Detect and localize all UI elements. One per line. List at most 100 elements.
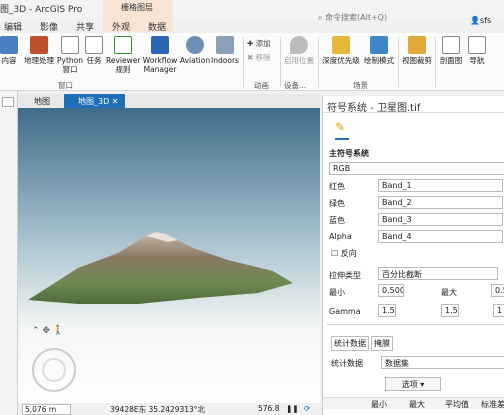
indoors-button[interactable]: Indoors <box>210 36 240 65</box>
primary-symbology-icon[interactable]: ✎ <box>335 120 345 134</box>
section-title: 主符号系统 <box>329 149 369 158</box>
context-group-label: 栅格图层 <box>121 3 153 12</box>
depth-icon <box>332 36 350 54</box>
group-label-animation: 动画 <box>254 81 269 90</box>
divider <box>323 112 504 113</box>
group-separator <box>398 37 399 87</box>
renderer-select[interactable]: RGB <box>329 162 504 175</box>
statistics-label: 统计数据 <box>331 359 363 368</box>
tab-edit[interactable]: 编辑 <box>4 20 22 33</box>
toolbox-icon <box>30 36 48 54</box>
contents-button[interactable]: 内容 <box>0 36 22 65</box>
left-dock-strip <box>0 91 18 415</box>
statistics-table-header: 最小 最大 平均值 标准差 <box>323 397 504 409</box>
tab-data[interactable]: 数据 <box>148 20 166 33</box>
group-separator <box>435 37 436 87</box>
profile-icon <box>442 36 460 54</box>
band-select-red[interactable]: Band_1 <box>378 179 503 192</box>
draw-mode-icon <box>370 36 388 54</box>
tab-map-3d[interactable]: 地图_3D ✕ <box>64 94 125 108</box>
col-max: 最大 <box>409 400 425 409</box>
tab-map[interactable]: 地图 <box>20 94 56 108</box>
min-input[interactable]: 0.500 <box>378 284 404 297</box>
view-tab-strip: 地图 地图_3D ✕ <box>18 94 320 108</box>
app-title: 图_3D - ArcGIS Pro <box>0 5 83 15</box>
min-label: 最小 <box>329 288 345 297</box>
remove-button[interactable]: ✖ 移除 <box>247 52 271 63</box>
group-separator <box>280 37 281 87</box>
statistics-select[interactable]: 数据集 <box>381 356 504 369</box>
reviewer-rules-button[interactable]: Reviewer 规则 <box>106 36 140 74</box>
group-label-window: 窗口 <box>58 81 73 90</box>
aviation-button[interactable]: Aviation <box>179 36 211 65</box>
band-select-alpha[interactable]: Band_4 <box>378 230 503 243</box>
status-bar: 5,076 m 39428E东 35.2429313°北 576.8 ❚❚ ⟳ <box>18 403 320 415</box>
workflow-icon <box>151 36 169 54</box>
nav-pan-icon[interactable]: ✥ <box>42 326 50 336</box>
draw-mode-button[interactable]: 绘制模式 <box>362 36 396 65</box>
band-label-green: 绿色 <box>329 199 345 208</box>
nav-mini-buttons[interactable]: ⌃ ✥ 🚶 <box>32 326 64 336</box>
col-min: 最小 <box>371 400 387 409</box>
nav-up-icon[interactable]: ⌃ <box>32 326 40 336</box>
close-icon[interactable]: ✕ <box>112 97 119 106</box>
elevation-readout: 576.8 <box>258 404 280 413</box>
navigator-control[interactable] <box>32 348 76 392</box>
gamma-label: Gamma <box>329 307 361 316</box>
workflow-manager-button[interactable]: Workflow Manager <box>141 36 179 74</box>
navigation-button[interactable]: 导航 <box>466 36 488 65</box>
divider <box>327 324 504 325</box>
geoprocessing-button[interactable]: 地理处理 <box>22 36 56 65</box>
tab-share[interactable]: 共享 <box>76 20 94 33</box>
band-select-blue[interactable]: Band_3 <box>378 213 503 226</box>
location-icon <box>290 36 308 54</box>
pane-collapse-button[interactable] <box>2 97 14 107</box>
group-separator <box>243 37 244 87</box>
tab-appearance[interactable]: 外观 <box>112 20 130 33</box>
python-icon <box>61 36 79 54</box>
view-clip-icon <box>408 36 426 54</box>
col-mean: 平均值 <box>445 400 469 409</box>
depth-priority-button[interactable]: 深度优先级 <box>322 36 360 65</box>
max-label: 最大 <box>441 288 457 297</box>
band-select-green[interactable]: Band_2 <box>378 196 503 209</box>
group-separator <box>318 37 319 87</box>
aviation-icon <box>186 36 204 54</box>
tasks-icon <box>85 36 103 54</box>
scale-selector[interactable]: 5,076 m <box>22 404 72 415</box>
gamma-green-input[interactable]: 1.5 <box>441 304 459 317</box>
pause-icon[interactable]: ❚❚ <box>286 404 299 413</box>
band-label-alpha: Alpha <box>329 232 352 241</box>
tab-statistics[interactable]: 统计数据 <box>331 336 369 351</box>
gamma-blue-input[interactable]: 1 <box>493 304 504 317</box>
ribbon-tabs: 编辑 影像 共享 外观 数据 <box>0 18 504 33</box>
python-window-button[interactable]: Python 窗口 <box>56 36 84 74</box>
enable-location-button[interactable]: 启用位置 <box>283 36 315 65</box>
ribbon: 内容 地理处理 Python 窗口 任务 Reviewer 规则 Workflo… <box>0 33 504 91</box>
gamma-red-input[interactable]: 1.5 <box>378 304 396 317</box>
coordinate-readout: 39428E东 35.2429313°北 <box>110 405 206 414</box>
reviewer-icon <box>114 36 132 54</box>
tasks-button[interactable]: 任务 <box>83 36 105 65</box>
add-button[interactable]: ✚ 添加 <box>247 38 271 49</box>
band-label-red: 红色 <box>329 182 345 191</box>
group-label-device: 设备... <box>284 81 307 90</box>
tab-imagery[interactable]: 影像 <box>40 20 58 33</box>
max-input[interactable]: 0.5 <box>491 284 504 297</box>
tab-mask[interactable]: 掩膜 <box>371 336 393 351</box>
stretch-type-label: 拉伸类型 <box>329 271 361 280</box>
tab-indicator <box>335 138 349 140</box>
view-clip-button[interactable]: 视图裁剪 <box>401 36 433 65</box>
navigator-inner-ring[interactable] <box>42 358 66 382</box>
group-label-scene: 场景 <box>353 81 368 90</box>
stretch-type-select[interactable]: 百分比截断 <box>378 267 498 280</box>
symbology-pane: 符号系统 - 卫星图.tif ✎ 主符号系统 RGB 红色 Band_1 绿色 … <box>322 96 504 415</box>
options-button[interactable]: 选项 ▾ <box>385 377 441 391</box>
navigation-icon <box>468 36 486 54</box>
nav-person-icon[interactable]: 🚶 <box>53 326 64 336</box>
scene-view[interactable]: ⌃ ✥ 🚶 <box>18 108 320 403</box>
invert-checkbox[interactable]: ☐ 反向 <box>331 248 357 259</box>
profile-button[interactable]: 剖面图 <box>437 36 465 65</box>
indoors-icon <box>216 36 234 54</box>
refresh-icon[interactable]: ⟳ <box>304 404 310 413</box>
